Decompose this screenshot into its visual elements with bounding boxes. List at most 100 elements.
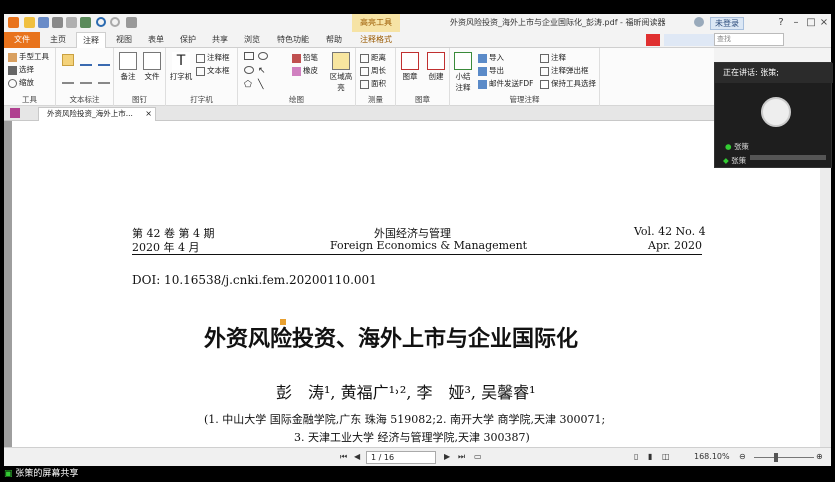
stamp-button[interactable]: 图章 — [398, 52, 422, 82]
tab-features[interactable]: 特色功能 — [270, 32, 316, 48]
save-icon[interactable] — [38, 17, 49, 28]
single-page-icon[interactable]: ▯ — [634, 450, 638, 464]
open-file-icon[interactable] — [24, 17, 35, 28]
keep-tool-label: 保持工具选择 — [551, 79, 596, 88]
stamp-icon — [401, 52, 419, 70]
print-icon[interactable] — [52, 17, 63, 28]
note-label: 备注 — [120, 72, 136, 81]
view-icon[interactable] — [66, 17, 77, 28]
oval-icon[interactable] — [244, 66, 254, 74]
help-icon[interactable]: ? — [774, 16, 788, 30]
summarize-icon — [454, 52, 472, 70]
file-attach-button[interactable]: 文件 — [140, 52, 164, 82]
eraser-label: 橡皮 — [303, 66, 318, 75]
area-highlight-button[interactable]: 区域高亮 — [328, 52, 354, 93]
page-number-input[interactable]: 1 / 16 — [366, 451, 436, 464]
distance-icon — [360, 53, 369, 63]
tab-form[interactable]: 表单 — [142, 32, 170, 48]
perimeter-button[interactable]: 周长 — [360, 65, 386, 76]
email-icon — [478, 79, 487, 89]
comments-button[interactable]: 注释 — [540, 52, 566, 63]
popup-notes-button[interactable]: 注释弹出框 — [540, 65, 589, 76]
polygon-icon[interactable]: ⬠ — [244, 80, 254, 90]
audio-level-bar — [750, 155, 826, 160]
tab-help[interactable]: 帮助 — [320, 32, 348, 48]
pencil-icon — [292, 53, 301, 63]
hand-tool-button[interactable]: 手型工具 — [8, 51, 49, 62]
create-stamp-button[interactable]: 创建 — [424, 52, 448, 82]
highlight-text-icon[interactable] — [62, 54, 74, 66]
redo-icon[interactable] — [110, 17, 120, 27]
document-viewer[interactable]: 第 42 卷 第 4 期 2020 年 4 月 外国经济与管理 Foreign … — [4, 121, 831, 447]
pdf-page[interactable]: 第 42 卷 第 4 期 2020 年 4 月 外国经济与管理 Foreign … — [12, 121, 820, 447]
ime-logo-icon[interactable] — [646, 34, 660, 46]
area-button[interactable]: 面积 — [360, 78, 386, 89]
tab-home[interactable]: 主页 — [44, 32, 72, 48]
keep-tool-checkbox[interactable]: 保持工具选择 — [540, 78, 596, 89]
export-button[interactable]: 导出 — [478, 65, 504, 76]
tab-share[interactable]: 共享 — [206, 32, 234, 48]
customize-icon[interactable] — [126, 17, 137, 28]
document-tab-bar: 外资风险投资_海外上市... × — [4, 106, 831, 121]
vertical-scrollbar[interactable] — [820, 121, 831, 447]
tab-comment-format[interactable]: 注释格式 — [352, 32, 400, 48]
email-fdf-button[interactable]: 邮件发送FDF — [478, 78, 533, 89]
document-tab[interactable]: 外资风险投资_海外上市... × — [38, 107, 156, 121]
distance-button[interactable]: 距离 — [360, 52, 386, 63]
note-button[interactable]: 备注 — [116, 52, 140, 82]
login-button[interactable]: 未登录 — [710, 17, 744, 30]
pencil-button[interactable]: 铅笔 — [292, 52, 318, 63]
minimize-button[interactable]: – — [789, 16, 803, 30]
last-page-button[interactable]: ⏭ — [458, 450, 465, 464]
summarize-comments-button[interactable]: 小结注释 — [452, 52, 474, 93]
first-page-button[interactable]: ⏮ — [340, 450, 347, 464]
stamp-label: 图章 — [402, 72, 418, 81]
next-page-button[interactable]: ▶ — [444, 450, 450, 464]
group-label-tools: 工具 — [22, 95, 37, 104]
undo-icon[interactable] — [96, 17, 106, 27]
speaker-name: ● 张策 — [725, 141, 749, 152]
rectangle-icon[interactable] — [244, 52, 254, 60]
zoom-slider[interactable] — [754, 457, 814, 458]
layout-icon[interactable]: ▭ — [474, 450, 482, 464]
select-tool-button[interactable]: 选择 — [8, 64, 34, 75]
textbox-button[interactable]: 文本框 — [196, 65, 230, 76]
tab-comment[interactable]: 注释 — [76, 32, 106, 49]
hand-icon[interactable] — [80, 17, 91, 28]
search-input[interactable]: 查找 — [714, 33, 784, 46]
tab-file[interactable]: 文件 — [4, 32, 40, 48]
facing-icon[interactable]: ◫ — [662, 450, 670, 464]
replace-text-icon[interactable] — [80, 72, 92, 84]
group-label-typewriter: 打字机 — [190, 95, 213, 104]
zoom-tool-button[interactable]: 缩放 — [8, 77, 34, 88]
tab-browse[interactable]: 浏览 — [238, 32, 266, 48]
user-icon[interactable] — [694, 17, 704, 27]
group-label-measure: 测量 — [368, 95, 383, 104]
underline-text-icon[interactable] — [80, 54, 92, 66]
strikeout-text-icon[interactable] — [62, 72, 74, 84]
close-tab-icon[interactable]: × — [145, 108, 152, 120]
zoom-out-button[interactable]: ⊖ — [739, 450, 746, 464]
tab-view[interactable]: 视图 — [110, 32, 138, 48]
import-button[interactable]: 导入 — [478, 52, 504, 63]
line-icon[interactable]: ╲ — [258, 80, 268, 90]
typewriter-button[interactable]: T 打字机 — [168, 52, 194, 82]
close-window-button[interactable]: × — [817, 16, 831, 30]
maximize-button[interactable]: □ — [804, 16, 818, 30]
continuous-icon[interactable]: ▮ — [648, 450, 652, 464]
tab-protect[interactable]: 保护 — [174, 32, 202, 48]
ime-tools-icon[interactable] — [664, 34, 719, 46]
context-tool-label: 高亮工具 — [352, 14, 400, 32]
squiggly-text-icon[interactable] — [98, 54, 110, 66]
arrow-icon[interactable]: ↖ — [258, 66, 268, 76]
zoom-level[interactable]: 168.10% — [694, 450, 730, 464]
callout-button[interactable]: 注释框 — [196, 52, 230, 63]
cloud-icon[interactable] — [258, 52, 268, 60]
insert-text-icon[interactable] — [98, 72, 110, 84]
eraser-button[interactable]: 橡皮 — [292, 65, 318, 76]
zoom-slider-thumb[interactable] — [774, 453, 778, 462]
callout-label: 注释框 — [207, 53, 230, 62]
screen-share-bar: ▣ 张策的屏幕共享 — [0, 467, 835, 482]
prev-page-button[interactable]: ◀ — [354, 450, 360, 464]
zoom-in-button[interactable]: ⊕ — [816, 450, 823, 464]
